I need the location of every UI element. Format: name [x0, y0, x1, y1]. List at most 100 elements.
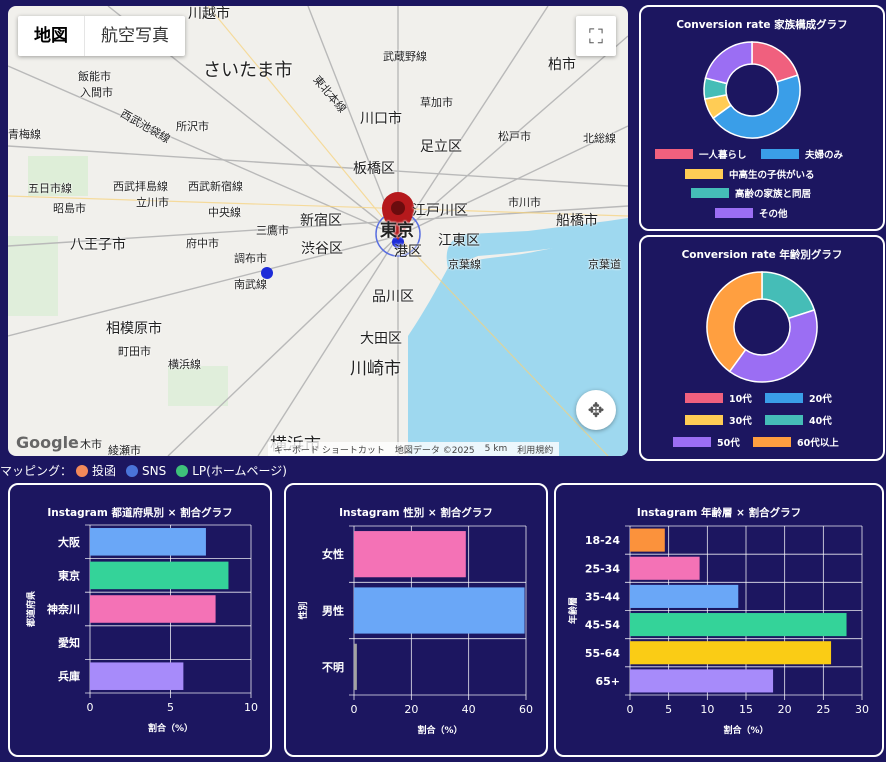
tick-label: 0 [87, 701, 94, 714]
google-logo: Google [16, 433, 79, 452]
bar [630, 613, 847, 637]
legend-item[interactable]: 中高生の子供がいる [685, 167, 815, 181]
y-axis-label: 年齢層 [567, 597, 579, 624]
tick-label: 10 [244, 701, 258, 714]
bar [90, 662, 184, 690]
pie-slice [761, 271, 816, 320]
bar [90, 561, 229, 590]
map-label: 品川区 [372, 289, 414, 305]
map-label: 調布市 [234, 252, 267, 265]
x-axis-label: 割合（%） [723, 724, 768, 736]
map-label: 市川市 [508, 196, 541, 209]
tick-label: 5 [665, 703, 672, 716]
map-label: 新宿区 [300, 213, 342, 229]
map-type-switch[interactable]: 地図 航空写真 [18, 16, 185, 56]
map-label: 江東区 [438, 233, 480, 249]
pie-slice [728, 309, 818, 383]
category-label: 愛知 [58, 636, 80, 650]
category-label: 男性 [322, 604, 344, 618]
camera-control-icon[interactable]: ✥ [576, 390, 616, 430]
bar [90, 595, 216, 623]
age-donut-chart [706, 271, 818, 383]
legend-item[interactable]: 20代 [765, 391, 832, 405]
map-label: 北総線 [583, 132, 616, 145]
bar [630, 641, 832, 665]
tick-label: 30 [855, 703, 869, 716]
map-label: 町田市 [118, 345, 151, 358]
category-label: 25-34 [585, 562, 621, 575]
tick-label: 40 [462, 703, 476, 716]
scale-label[interactable]: 5 km [485, 444, 508, 454]
legend-item[interactable]: 夫婦のみ [761, 147, 843, 161]
legend-item[interactable]: 60代以上 [753, 435, 839, 449]
bar [354, 531, 466, 578]
map-label: 横浜線 [168, 358, 201, 371]
y-axis-label: 都道府県 [25, 591, 37, 628]
category-label: 神奈川 [47, 602, 80, 616]
map-label: 綾瀬市 [108, 444, 141, 456]
agegroup-chart-panel: Instagram 年齢層 × 割合グラフ 0 5 10 15 20 25 30 18-24 2… [554, 483, 884, 757]
mapping-label: マッピング： [0, 464, 73, 478]
mapping-item: SNS [142, 463, 167, 478]
gender-bar-chart: 0 20 40 60 女性男性不明割合（%） 性別 [297, 525, 533, 736]
map-type-map-button[interactable]: 地図 [18, 16, 85, 56]
map-label: 中央線 [208, 206, 241, 219]
mapping-legend: マッピング： 投函 SNS LP(ホームページ) [0, 462, 287, 479]
map-label: 江戸川区 [412, 203, 468, 219]
map-label: 武蔵野線 [383, 50, 427, 63]
age-chart-panel: Conversion rate 年齢別グラフ 10代 20代 30代 40代 5… [639, 235, 885, 461]
legend-item[interactable]: 50代 [673, 435, 740, 449]
mapping-item: 投函 [92, 464, 117, 478]
tick-label: 60 [519, 703, 533, 716]
pref-chart-panel: Instagram 都道府県別 × 割合グラフ 0 5 10 大阪 東京 神奈川 愛知 兵庫割… [8, 483, 272, 757]
tick-label: 20 [778, 703, 792, 716]
category-label: 東京 [58, 568, 80, 582]
map-label: 飯能市 [78, 70, 111, 83]
map-label: 川口市 [360, 111, 402, 127]
map-label: さいたま市 [203, 60, 293, 81]
legend-item[interactable]: 40代 [765, 413, 832, 427]
bar [630, 669, 774, 693]
tick-label: 5 [167, 701, 174, 714]
legend-item[interactable]: 30代 [685, 413, 752, 427]
category-label: 不明 [322, 661, 344, 674]
y-axis-label: 性別 [297, 601, 309, 619]
x-axis-label: 割合（%） [417, 724, 462, 736]
bar [630, 556, 700, 580]
category-label: 兵庫 [58, 669, 80, 683]
map-label: 船橋市 [556, 213, 598, 229]
map-label: 相模原市 [106, 321, 162, 337]
map-label: 川越市 [188, 6, 230, 22]
gender-chart-panel: Instagram 性別 × 割合グラフ 0 20 40 60 女性 男性 不明 割合（%）性… [284, 483, 548, 757]
bar [630, 584, 739, 608]
post-dot-icon [76, 464, 89, 477]
category-label: 45-54 [585, 619, 621, 632]
terms-link[interactable]: 利用規約 [517, 443, 553, 456]
keyboard-shortcuts-link[interactable]: キーボード ショートカット [274, 443, 385, 456]
map-label: 松戸市 [498, 130, 531, 143]
map-label: 渋谷区 [301, 241, 343, 257]
tick-label: 0 [351, 703, 358, 716]
map-label: 西武拝島線 [113, 180, 168, 193]
legend-item[interactable]: その他 [715, 206, 788, 220]
tick-label: 0 [627, 703, 634, 716]
x-axis-label: 割合（%） [148, 722, 193, 734]
pie-slice [751, 41, 799, 83]
map-label: 板橋区 [353, 161, 395, 177]
map-data-credit: 地図データ ©2025 [394, 445, 475, 456]
map-label: 立川市 [136, 196, 169, 209]
legend-item[interactable]: 一人暮らし [655, 147, 747, 161]
map-view[interactable]: 地図 航空写真 ⛶ ✥ 川越市 さいたま市 武蔵野線 柏市 飯能市 入間市 所沢… [8, 6, 628, 456]
fullscreen-icon[interactable]: ⛶ [576, 16, 616, 56]
category-label: 55-64 [585, 647, 621, 660]
legend-item[interactable]: 10代 [685, 391, 752, 405]
map-type-satellite-button[interactable]: 航空写真 [85, 16, 185, 56]
map-label: 大田区 [360, 331, 402, 347]
map-label: 三鷹市 [256, 224, 289, 237]
map-label: 足立区 [420, 139, 462, 155]
bar [354, 643, 357, 690]
legend-item[interactable]: 高齢の家族と同居 [691, 186, 811, 200]
map-label: 青梅線 [8, 128, 41, 141]
map-label: 南武線 [234, 278, 267, 291]
tick-label: 10 [700, 703, 714, 716]
